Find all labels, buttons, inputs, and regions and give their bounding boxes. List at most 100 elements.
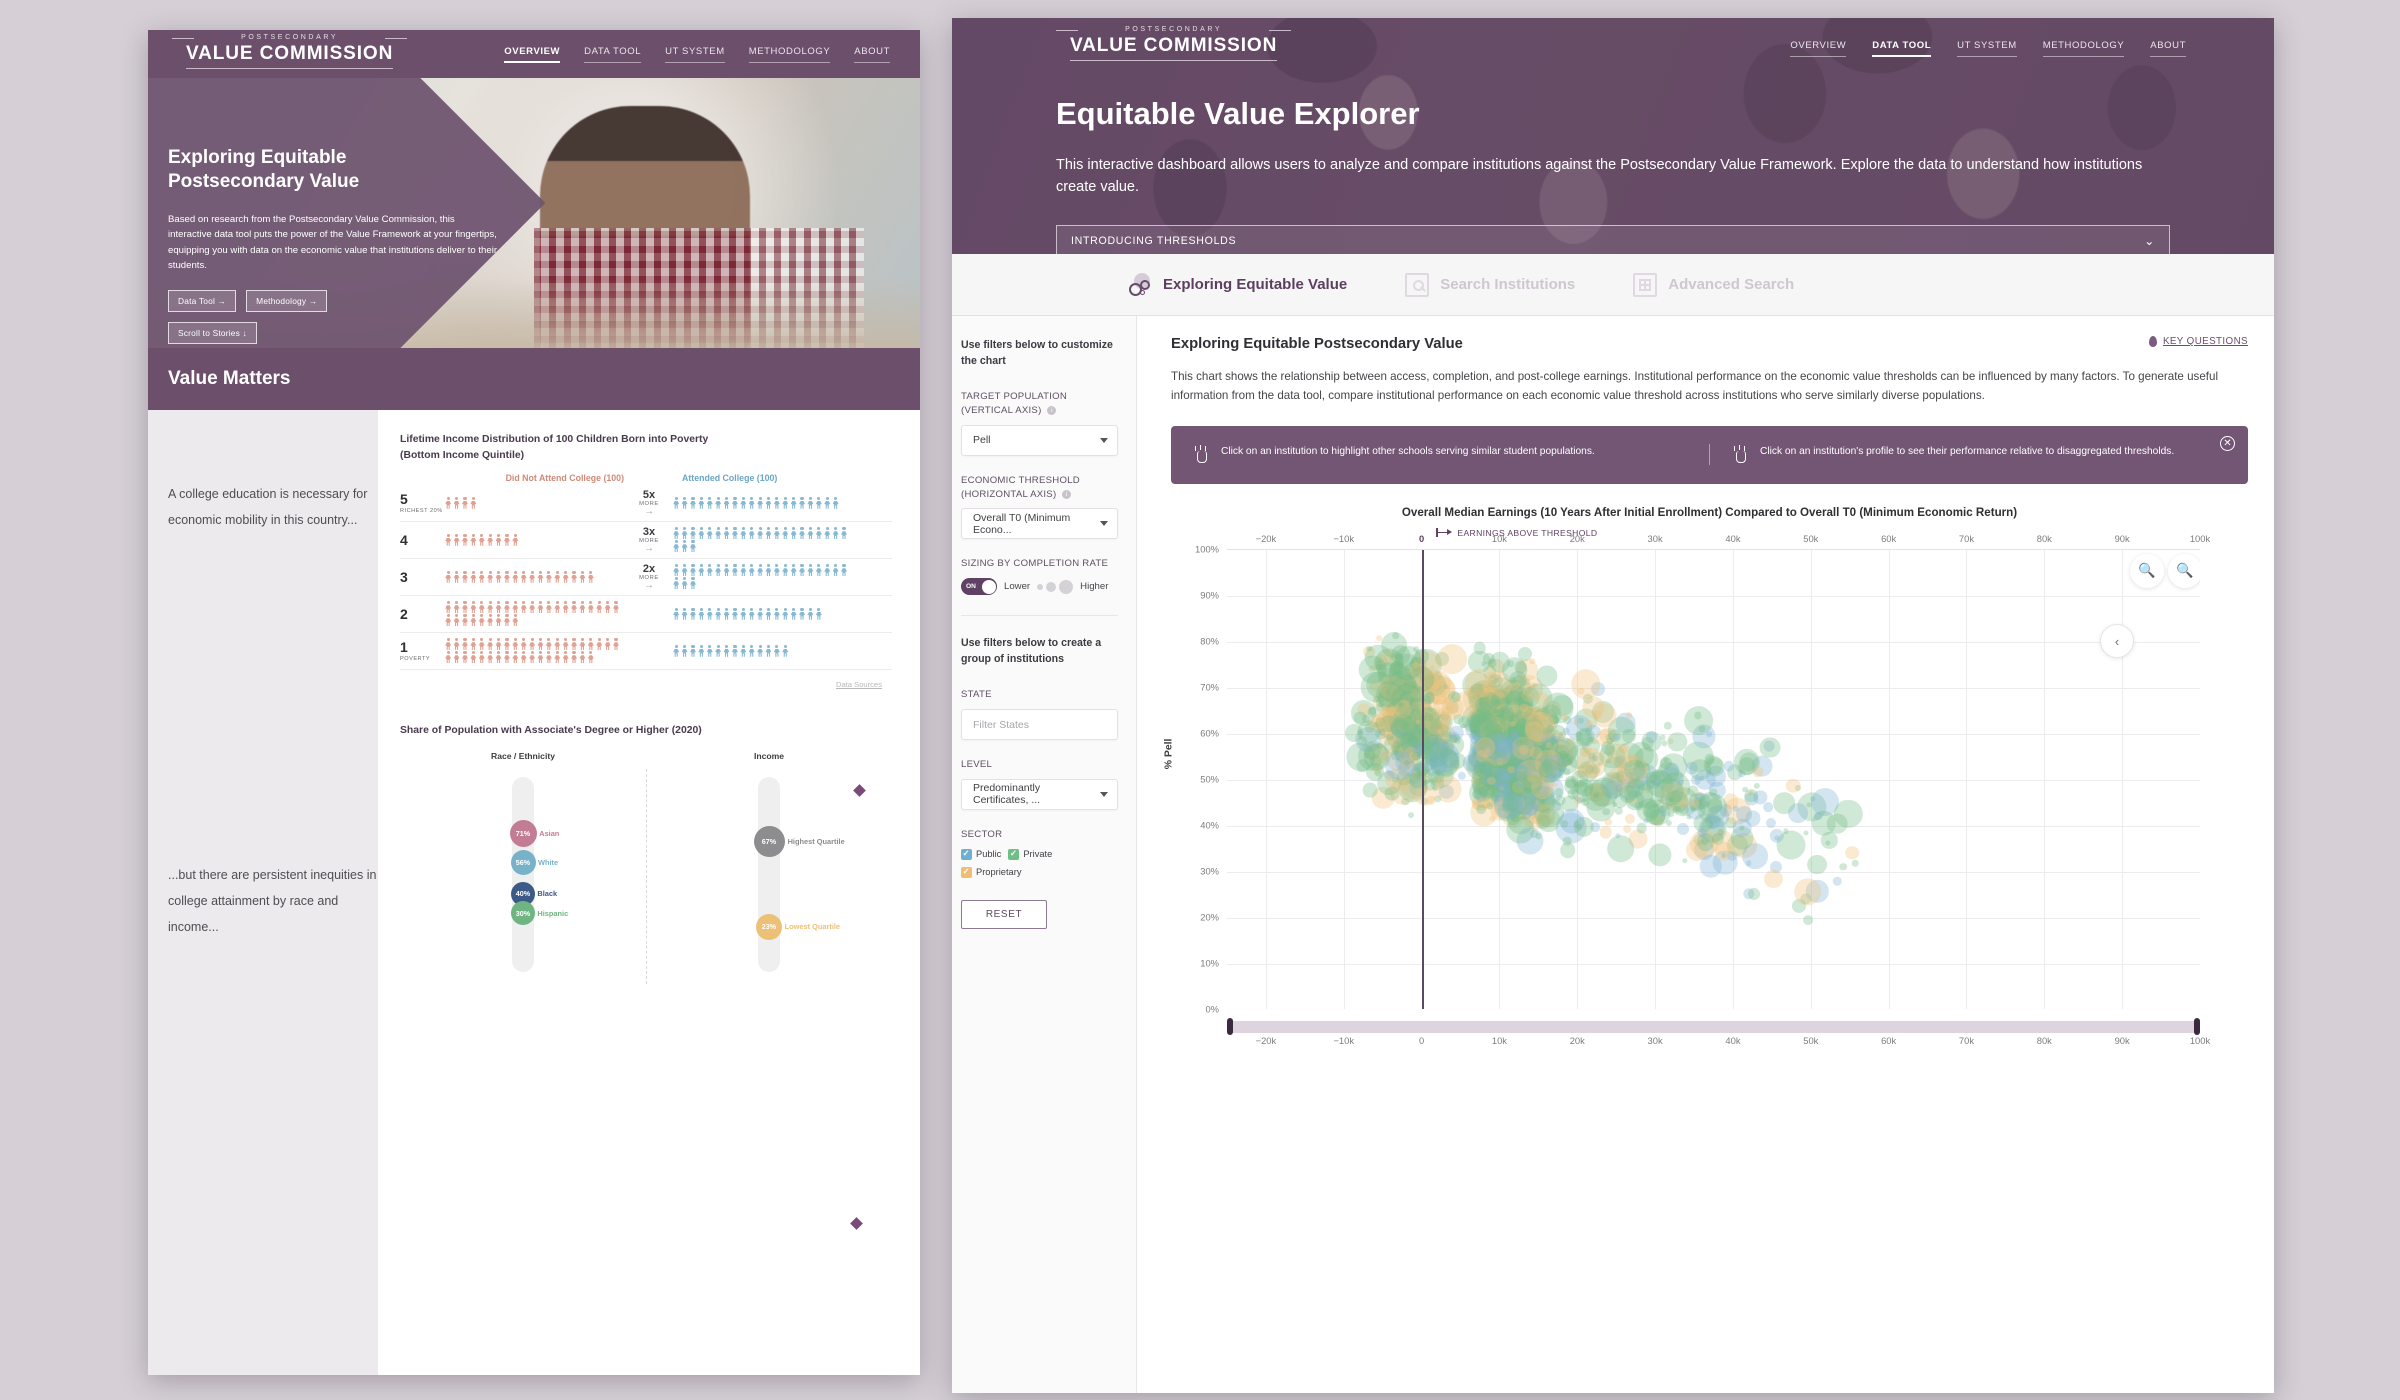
target-population-select[interactable]: Pell (961, 424, 1118, 456)
tab-search-institutions[interactable]: Search Institutions (1405, 272, 1575, 297)
institution-bubble[interactable] (1764, 869, 1783, 888)
institution-bubble[interactable] (1390, 645, 1411, 665)
nav-item-about[interactable]: ABOUT (854, 46, 890, 63)
institution-bubble[interactable] (1557, 740, 1563, 746)
institution-bubble[interactable] (1832, 876, 1842, 886)
right-brand-logo[interactable]: POSTSECONDARY VALUE COMMISSION (1055, 26, 1292, 61)
institution-bubble[interactable] (1676, 823, 1689, 836)
info-icon-target-population[interactable]: i (1047, 405, 1057, 415)
introducing-thresholds-select[interactable]: INTRODUCING THRESHOLDS ⌄ (1056, 224, 2170, 254)
institution-bubble[interactable] (1786, 778, 1801, 794)
institution-bubble[interactable] (1622, 825, 1631, 833)
institution-bubble[interactable] (1745, 860, 1752, 867)
institution-bubble[interactable] (1759, 737, 1781, 758)
institution-bubble[interactable] (1834, 800, 1863, 829)
institution-bubble[interactable] (1408, 812, 1415, 819)
tab-exploring-equitable-value[interactable]: Exploring Equitable Value (1128, 272, 1347, 297)
economic-threshold-select[interactable]: Overall T0 (Minimum Econo... (961, 508, 1118, 540)
scatter-plot-area[interactable]: 🔍 🔍 (1227, 548, 2200, 1009)
left-brand-logo[interactable]: POSTSECONDARY VALUE COMMISSION (171, 34, 408, 69)
close-icon[interactable]: ✕ (2220, 435, 2235, 451)
institution-bubble[interactable] (1502, 657, 1528, 683)
institution-bubble[interactable] (1704, 753, 1716, 765)
institution-bubble[interactable] (1475, 737, 1495, 757)
methodology-button[interactable]: Methodology → (246, 289, 328, 312)
institution-bubble[interactable] (1648, 843, 1672, 867)
sector-checkbox-public[interactable]: Public (961, 848, 1001, 860)
institution-bubble[interactable] (1539, 762, 1555, 778)
institution-bubble[interactable] (1479, 709, 1486, 716)
institution-bubble[interactable] (1589, 777, 1619, 807)
sector-checkbox-proprietary[interactable]: Proprietary (961, 866, 1021, 878)
institution-bubble[interactable] (1845, 846, 1859, 860)
institution-bubble[interactable] (1661, 740, 1668, 747)
institution-bubble[interactable] (1592, 703, 1618, 729)
institution-bubble[interactable] (1434, 775, 1462, 803)
institution-bubble[interactable] (1660, 734, 1666, 741)
zoom-out-button[interactable]: 🔍 (2130, 553, 2164, 588)
institution-bubble[interactable] (1599, 825, 1613, 839)
scroll-to-stories-button[interactable]: Scroll to Stories ↓ (168, 321, 257, 344)
institution-bubble[interactable] (1690, 775, 1701, 786)
dt-nav-about[interactable]: ABOUT (2150, 40, 2186, 57)
institution-bubble[interactable] (1636, 822, 1647, 834)
institution-bubble[interactable] (1626, 712, 1633, 719)
institution-bubble[interactable] (1368, 707, 1377, 715)
institution-bubble[interactable] (1529, 658, 1536, 664)
institution-bubble[interactable] (1606, 834, 1635, 863)
institution-bubble[interactable] (1602, 807, 1611, 816)
institution-bubble[interactable] (1659, 757, 1672, 770)
institution-bubble[interactable] (1536, 808, 1561, 832)
institution-bubble[interactable] (1776, 830, 1806, 860)
institution-bubble[interactable] (1766, 818, 1777, 829)
key-questions[interactable]: KEY QUESTIONS (2148, 336, 2248, 347)
institution-bubble[interactable] (1839, 862, 1847, 871)
zoom-in-button[interactable]: 🔍 (2168, 553, 2200, 588)
dt-nav-data-tool[interactable]: DATA TOOL (1872, 40, 1932, 57)
institution-bubble[interactable] (1358, 655, 1388, 684)
institution-bubble[interactable] (1585, 719, 1594, 729)
institution-bubble[interactable] (1411, 751, 1421, 761)
info-icon-economic-threshold[interactable]: i (1062, 489, 1072, 499)
nav-item-data-tool[interactable]: DATA TOOL (584, 46, 642, 63)
institution-bubble[interactable] (1560, 842, 1576, 859)
institution-bubble[interactable] (1807, 854, 1828, 875)
institution-bubble[interactable] (1430, 754, 1439, 763)
institution-bubble[interactable] (1773, 792, 1795, 814)
dt-nav-overview[interactable]: OVERVIEW (1790, 40, 1847, 57)
institution-bubble[interactable] (1573, 720, 1579, 726)
institution-bubble[interactable] (1763, 802, 1773, 812)
institution-bubble[interactable] (1554, 795, 1566, 806)
nav-item-ut-system[interactable]: UT SYSTEM (665, 46, 725, 63)
institution-bubble[interactable] (1706, 731, 1713, 737)
institution-bubble[interactable] (1510, 720, 1517, 727)
institution-bubble[interactable] (1408, 699, 1419, 710)
institution-bubble[interactable] (1663, 721, 1673, 730)
institution-bubble[interactable] (1440, 692, 1447, 698)
institution-bubble[interactable] (1742, 786, 1749, 793)
institution-bubble[interactable] (1682, 858, 1688, 864)
dt-nav-ut-system[interactable]: UT SYSTEM (1957, 40, 2017, 57)
dt-nav-methodology[interactable]: METHODOLOGY (2042, 40, 2125, 57)
data-sources-link[interactable]: Data Sources (400, 680, 892, 689)
institution-bubble[interactable] (1802, 915, 1813, 926)
institution-bubble[interactable] (1748, 888, 1761, 901)
institution-bubble[interactable] (1487, 658, 1497, 668)
state-input[interactable]: Filter States (961, 709, 1118, 740)
institution-bubble[interactable] (1697, 828, 1708, 838)
institution-bubble[interactable] (1535, 832, 1543, 840)
institution-bubble[interactable] (1851, 859, 1859, 867)
institution-bubble[interactable] (1576, 824, 1582, 830)
institution-bubble[interactable] (1546, 724, 1555, 733)
level-select[interactable]: Predominantly Certificates, ... (961, 778, 1118, 810)
institution-bubble[interactable] (1604, 818, 1612, 826)
institution-bubble[interactable] (1521, 774, 1543, 796)
institution-bubble[interactable] (1814, 812, 1822, 821)
institution-bubble[interactable] (1753, 782, 1760, 790)
institution-bubble[interactable] (1437, 644, 1468, 674)
nav-item-methodology[interactable]: METHODOLOGY (748, 46, 831, 63)
sizing-toggle[interactable]: ON (961, 578, 997, 596)
institution-bubble[interactable] (1803, 830, 1809, 836)
institution-bubble[interactable] (1576, 747, 1607, 778)
institution-bubble[interactable] (1414, 785, 1436, 807)
